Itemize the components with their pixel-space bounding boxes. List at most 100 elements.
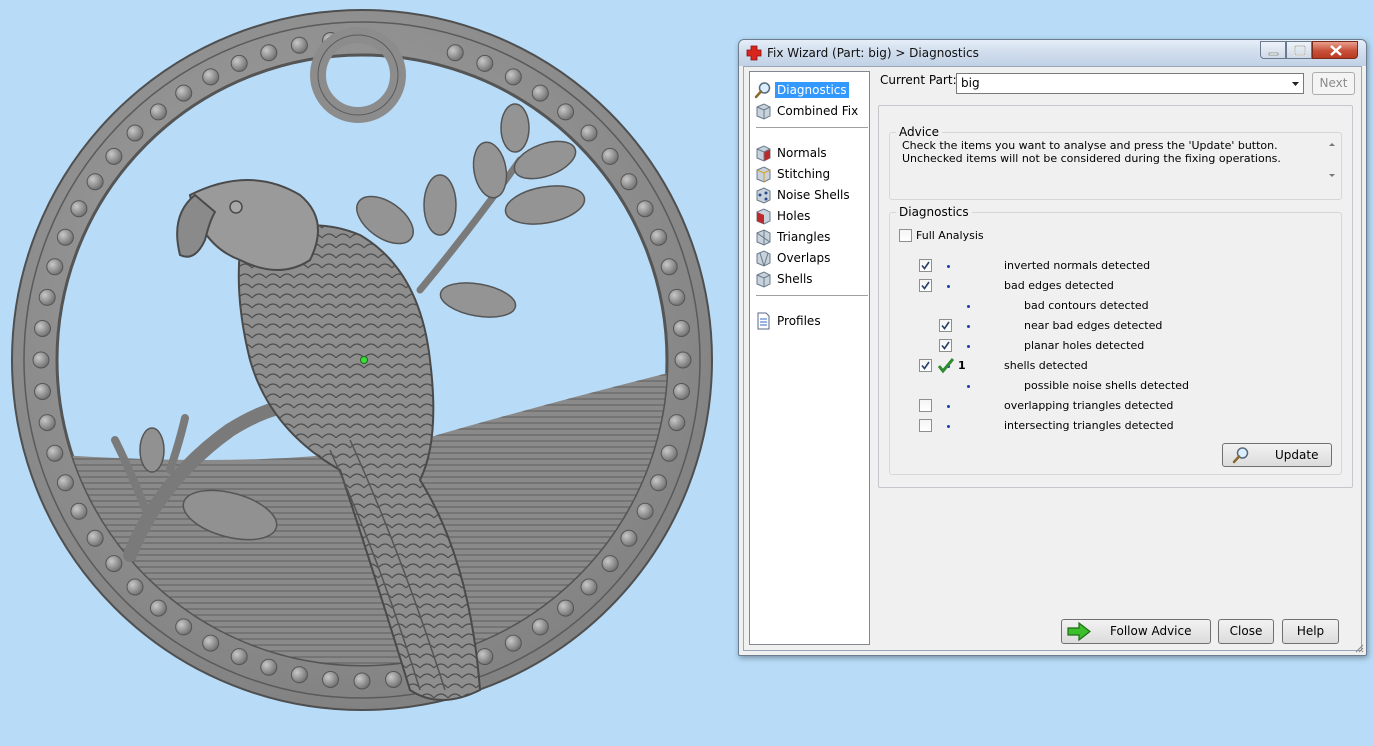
diagnostics-row-checkbox[interactable]	[919, 399, 932, 412]
advice-scrollbar[interactable]	[1325, 137, 1339, 183]
pendant-bead	[56, 474, 74, 492]
diagnostics-row-result: 1	[958, 359, 966, 372]
magnifier-icon	[1232, 447, 1249, 464]
minimize-button[interactable]	[1260, 41, 1286, 59]
diagnostics-group: Diagnostics Full Analysis inverted norma…	[889, 205, 1342, 475]
nav-item-label: Shells	[777, 272, 813, 286]
full-analysis-checkbox[interactable]	[899, 229, 912, 242]
maximize-button[interactable]	[1286, 41, 1312, 59]
pendant-bead	[38, 414, 56, 432]
diagnostics-row-checkbox[interactable]	[919, 419, 932, 432]
update-button[interactable]: Update	[1222, 443, 1332, 467]
pendant-bead	[175, 618, 193, 636]
scroll-up-icon	[1329, 143, 1335, 146]
pendant-bead	[38, 288, 56, 306]
help-button[interactable]: Help	[1282, 619, 1339, 644]
pendant-bead	[620, 529, 638, 547]
title-bar[interactable]: Fix Wizard (Part: big) > Diagnostics	[739, 40, 1366, 66]
pendant-bead	[149, 599, 167, 617]
pendant-bead	[175, 84, 193, 102]
bullet-icon	[947, 265, 950, 268]
diagnostics-row-label: inverted normals detected	[1004, 259, 1151, 272]
nav-item-profiles[interactable]: Profiles	[754, 311, 863, 331]
follow-advice-label: Follow Advice	[1110, 624, 1192, 638]
current-part-dropdown[interactable]: big	[956, 73, 1304, 94]
pendant-bead	[260, 44, 278, 62]
nav-item-label: Combined Fix	[777, 104, 859, 118]
nav-item-label: Overlaps	[777, 251, 831, 265]
advice-group: Advice Check the items you want to analy…	[889, 125, 1342, 200]
pendant-bead	[476, 54, 494, 72]
3d-viewport[interactable]	[0, 0, 730, 746]
diagnostics-row-label: bad edges detected	[1004, 279, 1114, 292]
pendant-bead	[32, 351, 50, 369]
pendant-bead	[70, 502, 88, 520]
pendant-bead	[660, 444, 678, 462]
nav-item-combined-fix[interactable]: Combined Fix	[754, 101, 863, 121]
holes-cube-icon	[756, 208, 771, 225]
follow-advice-button[interactable]: Follow Advice	[1061, 619, 1211, 644]
next-button[interactable]: Next	[1312, 72, 1355, 95]
pendant-bead	[70, 200, 88, 218]
check-icon	[921, 261, 930, 270]
pendant-bead	[620, 173, 638, 191]
pendant-bead	[580, 578, 598, 596]
bullet-icon	[947, 405, 950, 408]
red-cross-icon	[746, 45, 762, 61]
check-icon	[941, 341, 950, 350]
pendant-bead	[557, 599, 575, 617]
pendant-bead	[636, 200, 654, 218]
pendant-bead	[46, 444, 64, 462]
bullet-icon	[967, 345, 970, 348]
nav-item-label: Holes	[777, 209, 811, 223]
wizard-nav-list: Diagnostics Combined Fix Normals Stitchi…	[749, 71, 870, 645]
nav-item-noise-shells[interactable]: Noise Shells	[754, 185, 863, 205]
pendant-bead	[660, 258, 678, 276]
diagnostics-row-checkbox[interactable]	[939, 339, 952, 352]
pendant-bead	[580, 124, 598, 142]
bullet-icon	[947, 285, 950, 288]
current-part-value: big	[961, 76, 980, 90]
diagnostics-row-label: overlapping triangles detected	[1004, 399, 1174, 412]
close-button[interactable]: Close	[1218, 619, 1274, 644]
pendant-bead	[601, 147, 619, 165]
chevron-down-icon	[1292, 82, 1299, 86]
pendant-bead	[636, 502, 654, 520]
full-analysis-label: Full Analysis	[916, 229, 984, 242]
diagnostics-row-checkbox[interactable]	[919, 359, 932, 372]
pendant-bead	[290, 666, 308, 684]
window-title: Fix Wizard (Part: big) > Diagnostics	[767, 46, 979, 60]
parrot-pendant-model	[11, 9, 713, 711]
pendant-bead	[504, 68, 522, 86]
nav-item-overlaps[interactable]: Overlaps	[754, 248, 863, 268]
nav-item-stitching[interactable]: Stitching	[754, 164, 863, 184]
diagnostics-row-label: intersecting triangles detected	[1004, 419, 1174, 432]
pendant-bead	[650, 228, 668, 246]
shells-cube-icon	[756, 271, 771, 288]
overlaps-cube-icon	[756, 250, 771, 267]
pendant-bead	[230, 54, 248, 72]
diagnostics-row-checkbox[interactable]	[919, 279, 932, 292]
resize-grip-icon[interactable]	[1354, 643, 1364, 653]
nav-item-normals[interactable]: Normals	[754, 143, 863, 163]
check-icon	[921, 281, 930, 290]
pendant-bead	[202, 68, 220, 86]
pendant-bead	[650, 474, 668, 492]
diagnostics-row-label: bad contours detected	[1024, 299, 1149, 312]
pendant-bead	[557, 103, 575, 121]
bullet-icon	[967, 385, 970, 388]
diagnostics-row-checkbox[interactable]	[939, 319, 952, 332]
diagnostics-title: Diagnostics	[896, 205, 972, 219]
pendant-bead	[34, 383, 51, 400]
bullet-icon	[967, 325, 970, 328]
nav-item-shells[interactable]: Shells	[754, 269, 863, 289]
nav-item-diagnostics[interactable]: Diagnostics	[754, 80, 863, 100]
close-window-button[interactable]	[1312, 41, 1358, 59]
nav-item-triangles[interactable]: Triangles	[754, 227, 863, 247]
nav-item-holes[interactable]: Holes	[754, 206, 863, 226]
pendant-bead	[353, 672, 371, 690]
advice-title: Advice	[896, 125, 943, 139]
pendant-bead	[202, 634, 220, 652]
fix-wizard-dialog: Fix Wizard (Part: big) > Diagnostics Dia…	[738, 39, 1367, 656]
diagnostics-row-checkbox[interactable]	[919, 259, 932, 272]
